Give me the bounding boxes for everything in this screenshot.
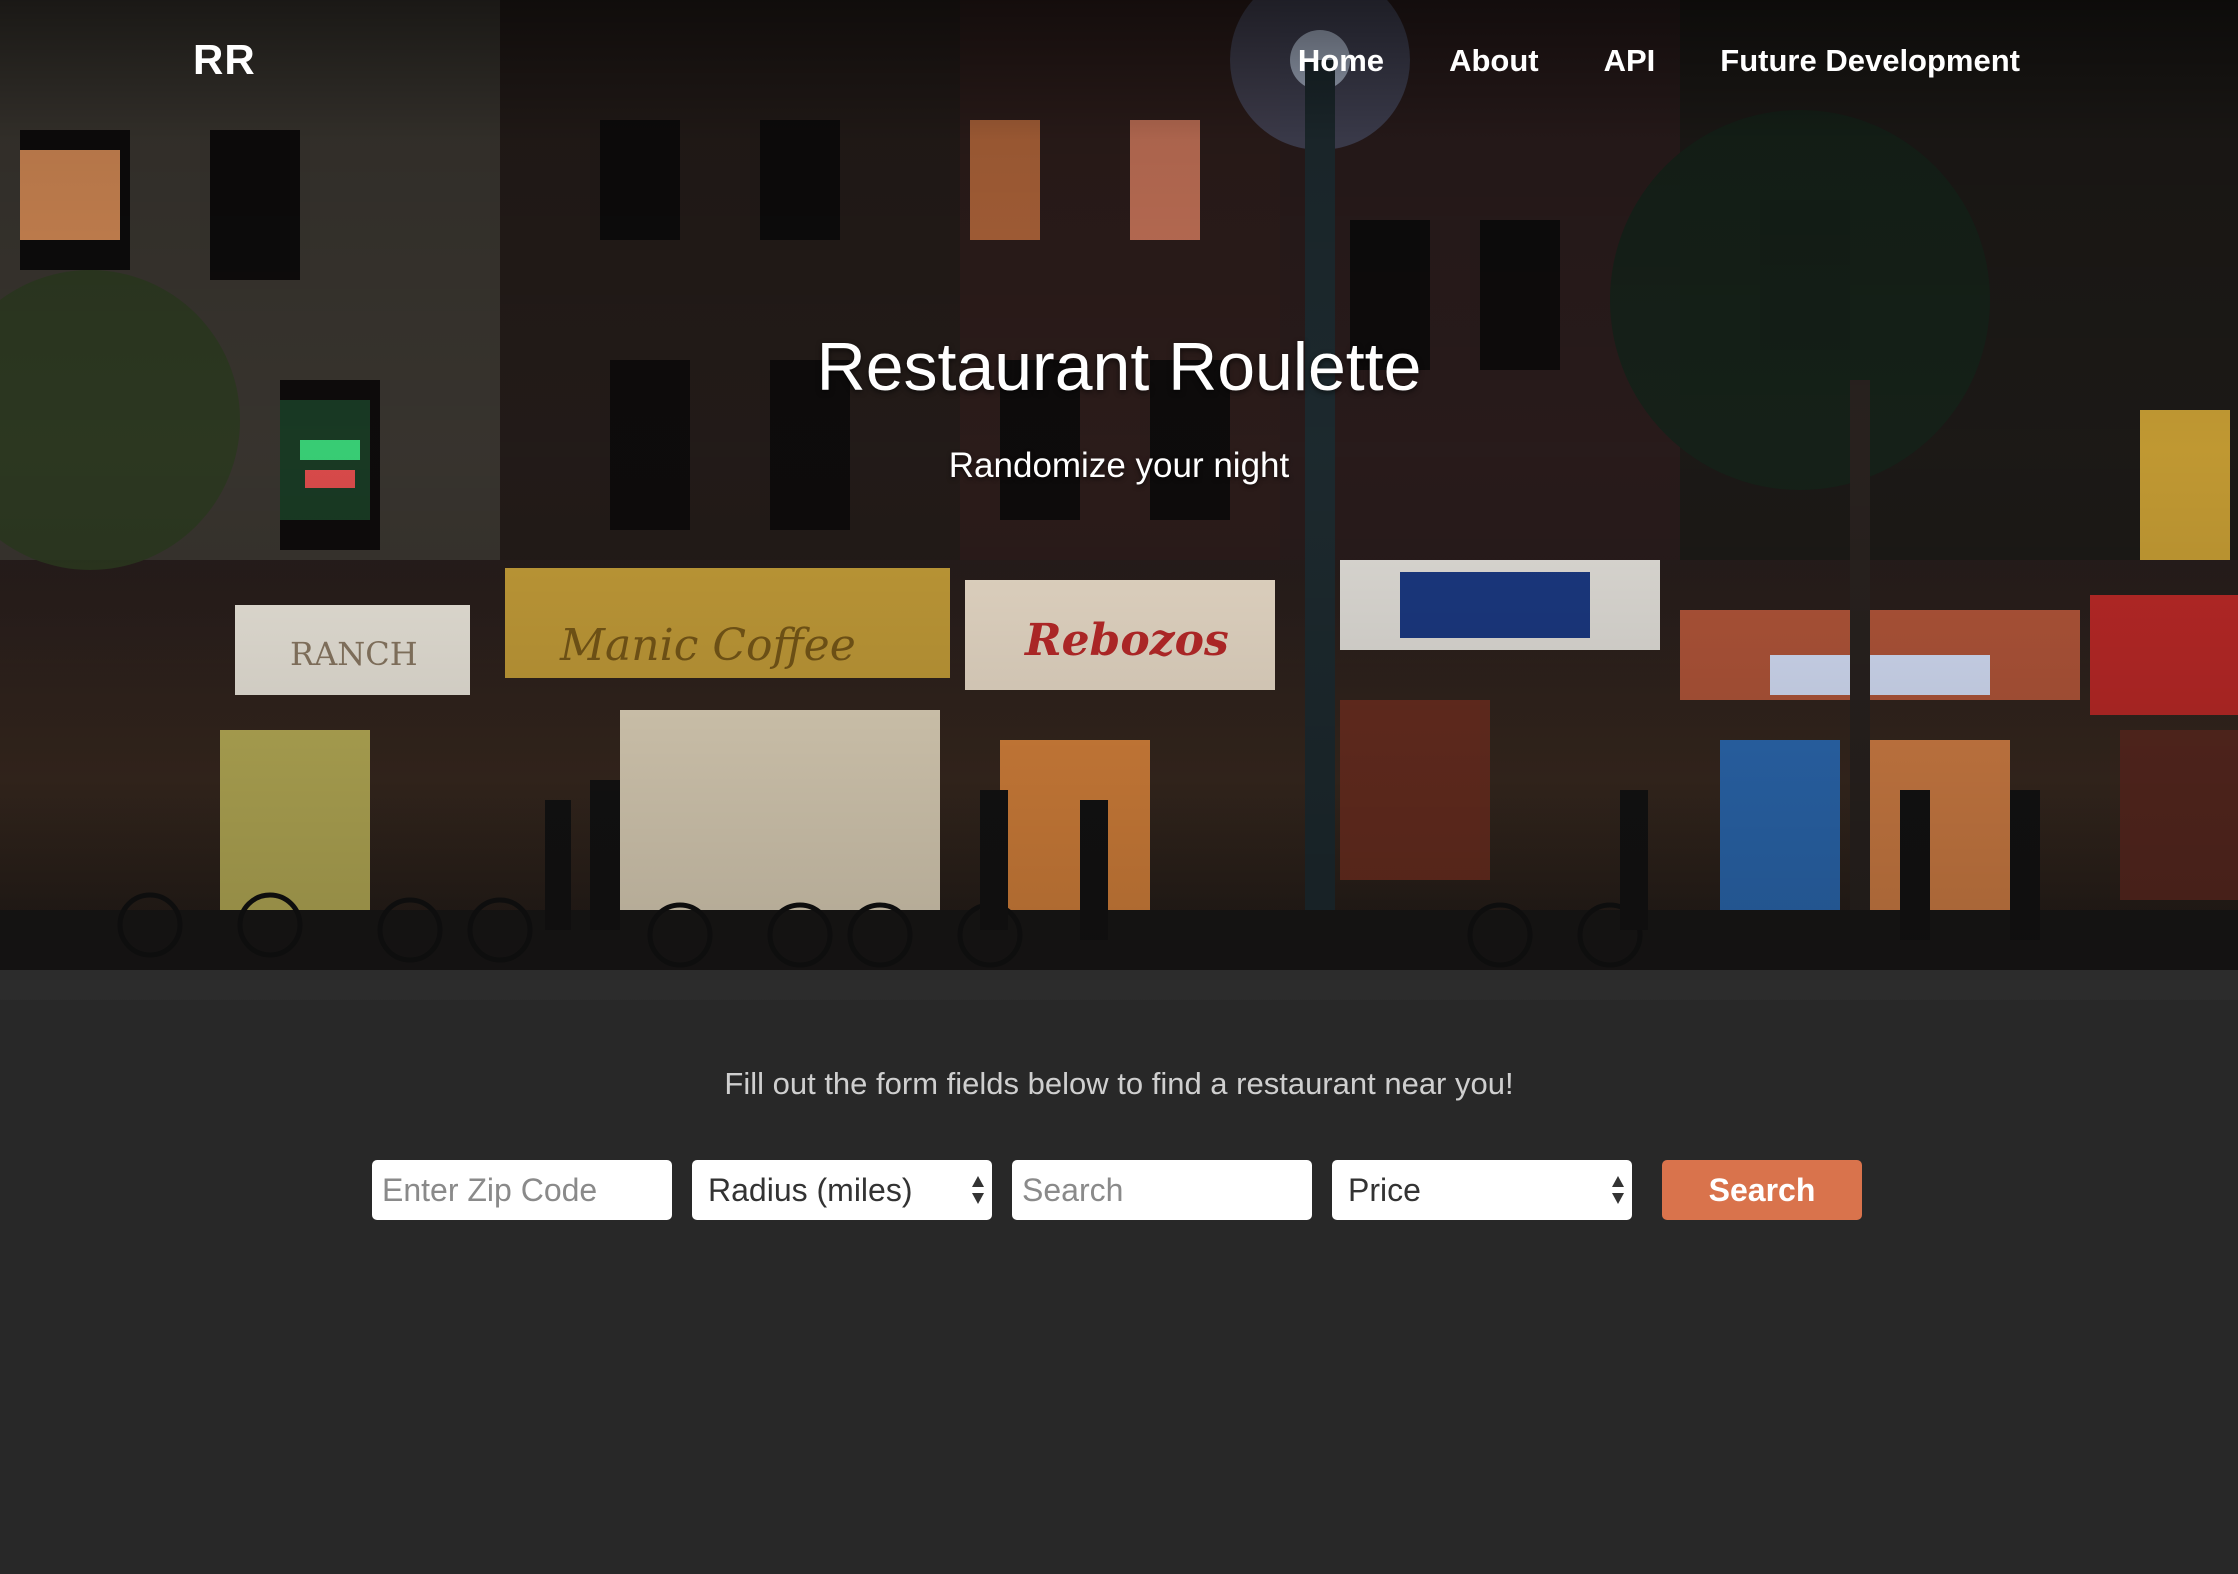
zip-code-input[interactable]: Enter Zip Code <box>372 1160 672 1220</box>
brand-logo[interactable]: RR <box>193 36 256 84</box>
radius-select-value: Radius (miles) <box>708 1171 913 1208</box>
hero-banner: Manic Coffee Rebozos RANCH <box>0 0 2238 1000</box>
select-arrows-icon <box>972 1176 984 1204</box>
radius-select[interactable]: Radius (miles) <box>692 1160 992 1220</box>
search-input[interactable]: Search <box>1012 1160 1312 1220</box>
page-subtitle: Randomize your night <box>948 446 1290 485</box>
page: Manic Coffee Rebozos RANCH <box>0 0 2238 1574</box>
hero-overlay <box>0 0 2238 1000</box>
nav-about[interactable]: About <box>1449 43 1539 79</box>
select-arrows-icon <box>1612 1176 1624 1204</box>
page-title: Restaurant Roulette <box>816 329 1422 405</box>
search-button[interactable]: Search <box>1662 1160 1862 1220</box>
search-form: Enter Zip Code Radius (miles) Search Pri… <box>372 1160 1862 1220</box>
zip-code-placeholder: Enter Zip Code <box>382 1171 598 1208</box>
price-select-value: Price <box>1348 1171 1421 1208</box>
search-placeholder: Search <box>1022 1171 1124 1208</box>
main-nav: Home About API Future Development <box>1298 43 2020 79</box>
form-instructions: Fill out the form fields below to find a… <box>724 1066 1514 1101</box>
nav-future-development[interactable]: Future Development <box>1720 43 2020 79</box>
price-select[interactable]: Price <box>1332 1160 1632 1220</box>
nav-api[interactable]: API <box>1604 43 1656 79</box>
nav-home[interactable]: Home <box>1298 43 1384 79</box>
